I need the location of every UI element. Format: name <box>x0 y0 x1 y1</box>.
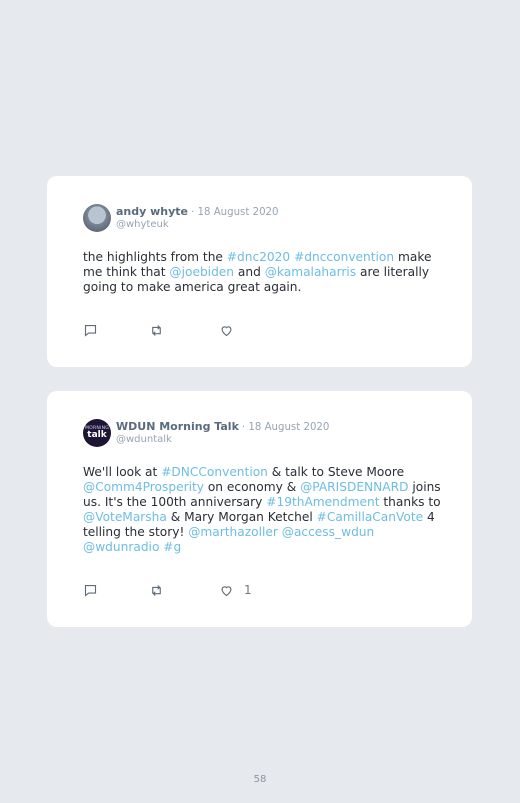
retweet-icon <box>152 584 161 596</box>
tweet-link[interactable]: @VoteMarsha <box>83 510 167 524</box>
retweet-button[interactable] <box>149 582 164 598</box>
tweet-text: & Mary Morgan Ketchel <box>166 510 317 524</box>
author-name[interactable]: andy whyte <box>116 205 188 218</box>
tweet-link[interactable]: @PARISDENNARD <box>300 480 408 494</box>
tweet-link[interactable]: #dncconvention <box>294 250 394 264</box>
tweet-text: thanks to <box>379 495 441 509</box>
tweet-body: We'll look at #DNCConvention & talk to S… <box>83 465 443 555</box>
tweet-link[interactable]: #DNCConvention <box>161 465 268 479</box>
tweet-link[interactable]: #19thAmendment <box>266 495 379 509</box>
tweet-link[interactable]: #CamillaCanVote <box>317 510 424 524</box>
tweet-link[interactable]: @kamalaharris <box>265 265 356 279</box>
tweet-actions <box>83 322 283 338</box>
tweet-author-line: WDUN Morning Talk · 18 August 2020 <box>116 420 329 433</box>
tweet-text: & talk to Steve Moore <box>267 465 405 479</box>
like-icon <box>221 325 232 336</box>
tweet-date[interactable]: · 18 August 2020 <box>191 207 279 218</box>
reply-button[interactable] <box>83 322 98 338</box>
like-count: 1 <box>244 583 252 597</box>
tweet-card: MORNING talk WDUN Morning Talk · 18 Augus… <box>47 391 472 627</box>
tweet-author-line: andy whyte · 18 August 2020 <box>116 205 279 218</box>
reply-button[interactable] <box>83 582 98 598</box>
tweet-text: the highlights from the <box>83 250 227 264</box>
avatar[interactable]: MORNING talk <box>83 419 111 447</box>
tweet-link[interactable]: @Comm4Prosperity <box>83 480 204 494</box>
tweet-card: andy whyte · 18 August 2020 @whyteuk the … <box>47 176 472 367</box>
reply-icon <box>84 324 97 337</box>
tweet-text: We'll look at <box>83 465 162 479</box>
reply-icon <box>84 584 97 597</box>
tweet-body: the highlights from the #dnc2020 #dnccon… <box>83 250 443 295</box>
tweet-link[interactable]: @joebiden <box>169 265 234 279</box>
avatar-text-bottom: talk <box>87 430 107 440</box>
like-button[interactable] <box>219 322 244 338</box>
tweet-date[interactable]: · 18 August 2020 <box>242 422 330 433</box>
like-button[interactable]: 1 <box>219 582 252 598</box>
tweet-link[interactable]: @marthazoller <box>188 525 278 539</box>
retweet-icon <box>152 324 161 336</box>
avatar[interactable] <box>83 204 111 232</box>
tweet-link[interactable]: #dnc2020 <box>227 250 290 264</box>
author-handle[interactable]: @wduntalk <box>116 434 172 445</box>
tweet-link[interactable]: @wdunradio <box>83 540 159 554</box>
author-handle[interactable]: @whyteuk <box>116 219 169 230</box>
like-icon <box>221 585 232 596</box>
author-name[interactable]: WDUN Morning Talk <box>116 420 239 433</box>
tweet-actions: 1 <box>83 582 283 598</box>
tweet-text: and <box>234 265 265 279</box>
tweet-text: on economy & <box>203 480 301 494</box>
page-number: 58 <box>253 774 267 785</box>
tweet-link[interactable]: #g <box>163 540 181 554</box>
retweet-button[interactable] <box>149 322 164 338</box>
tweet-link[interactable]: @access_wdun <box>282 525 375 539</box>
